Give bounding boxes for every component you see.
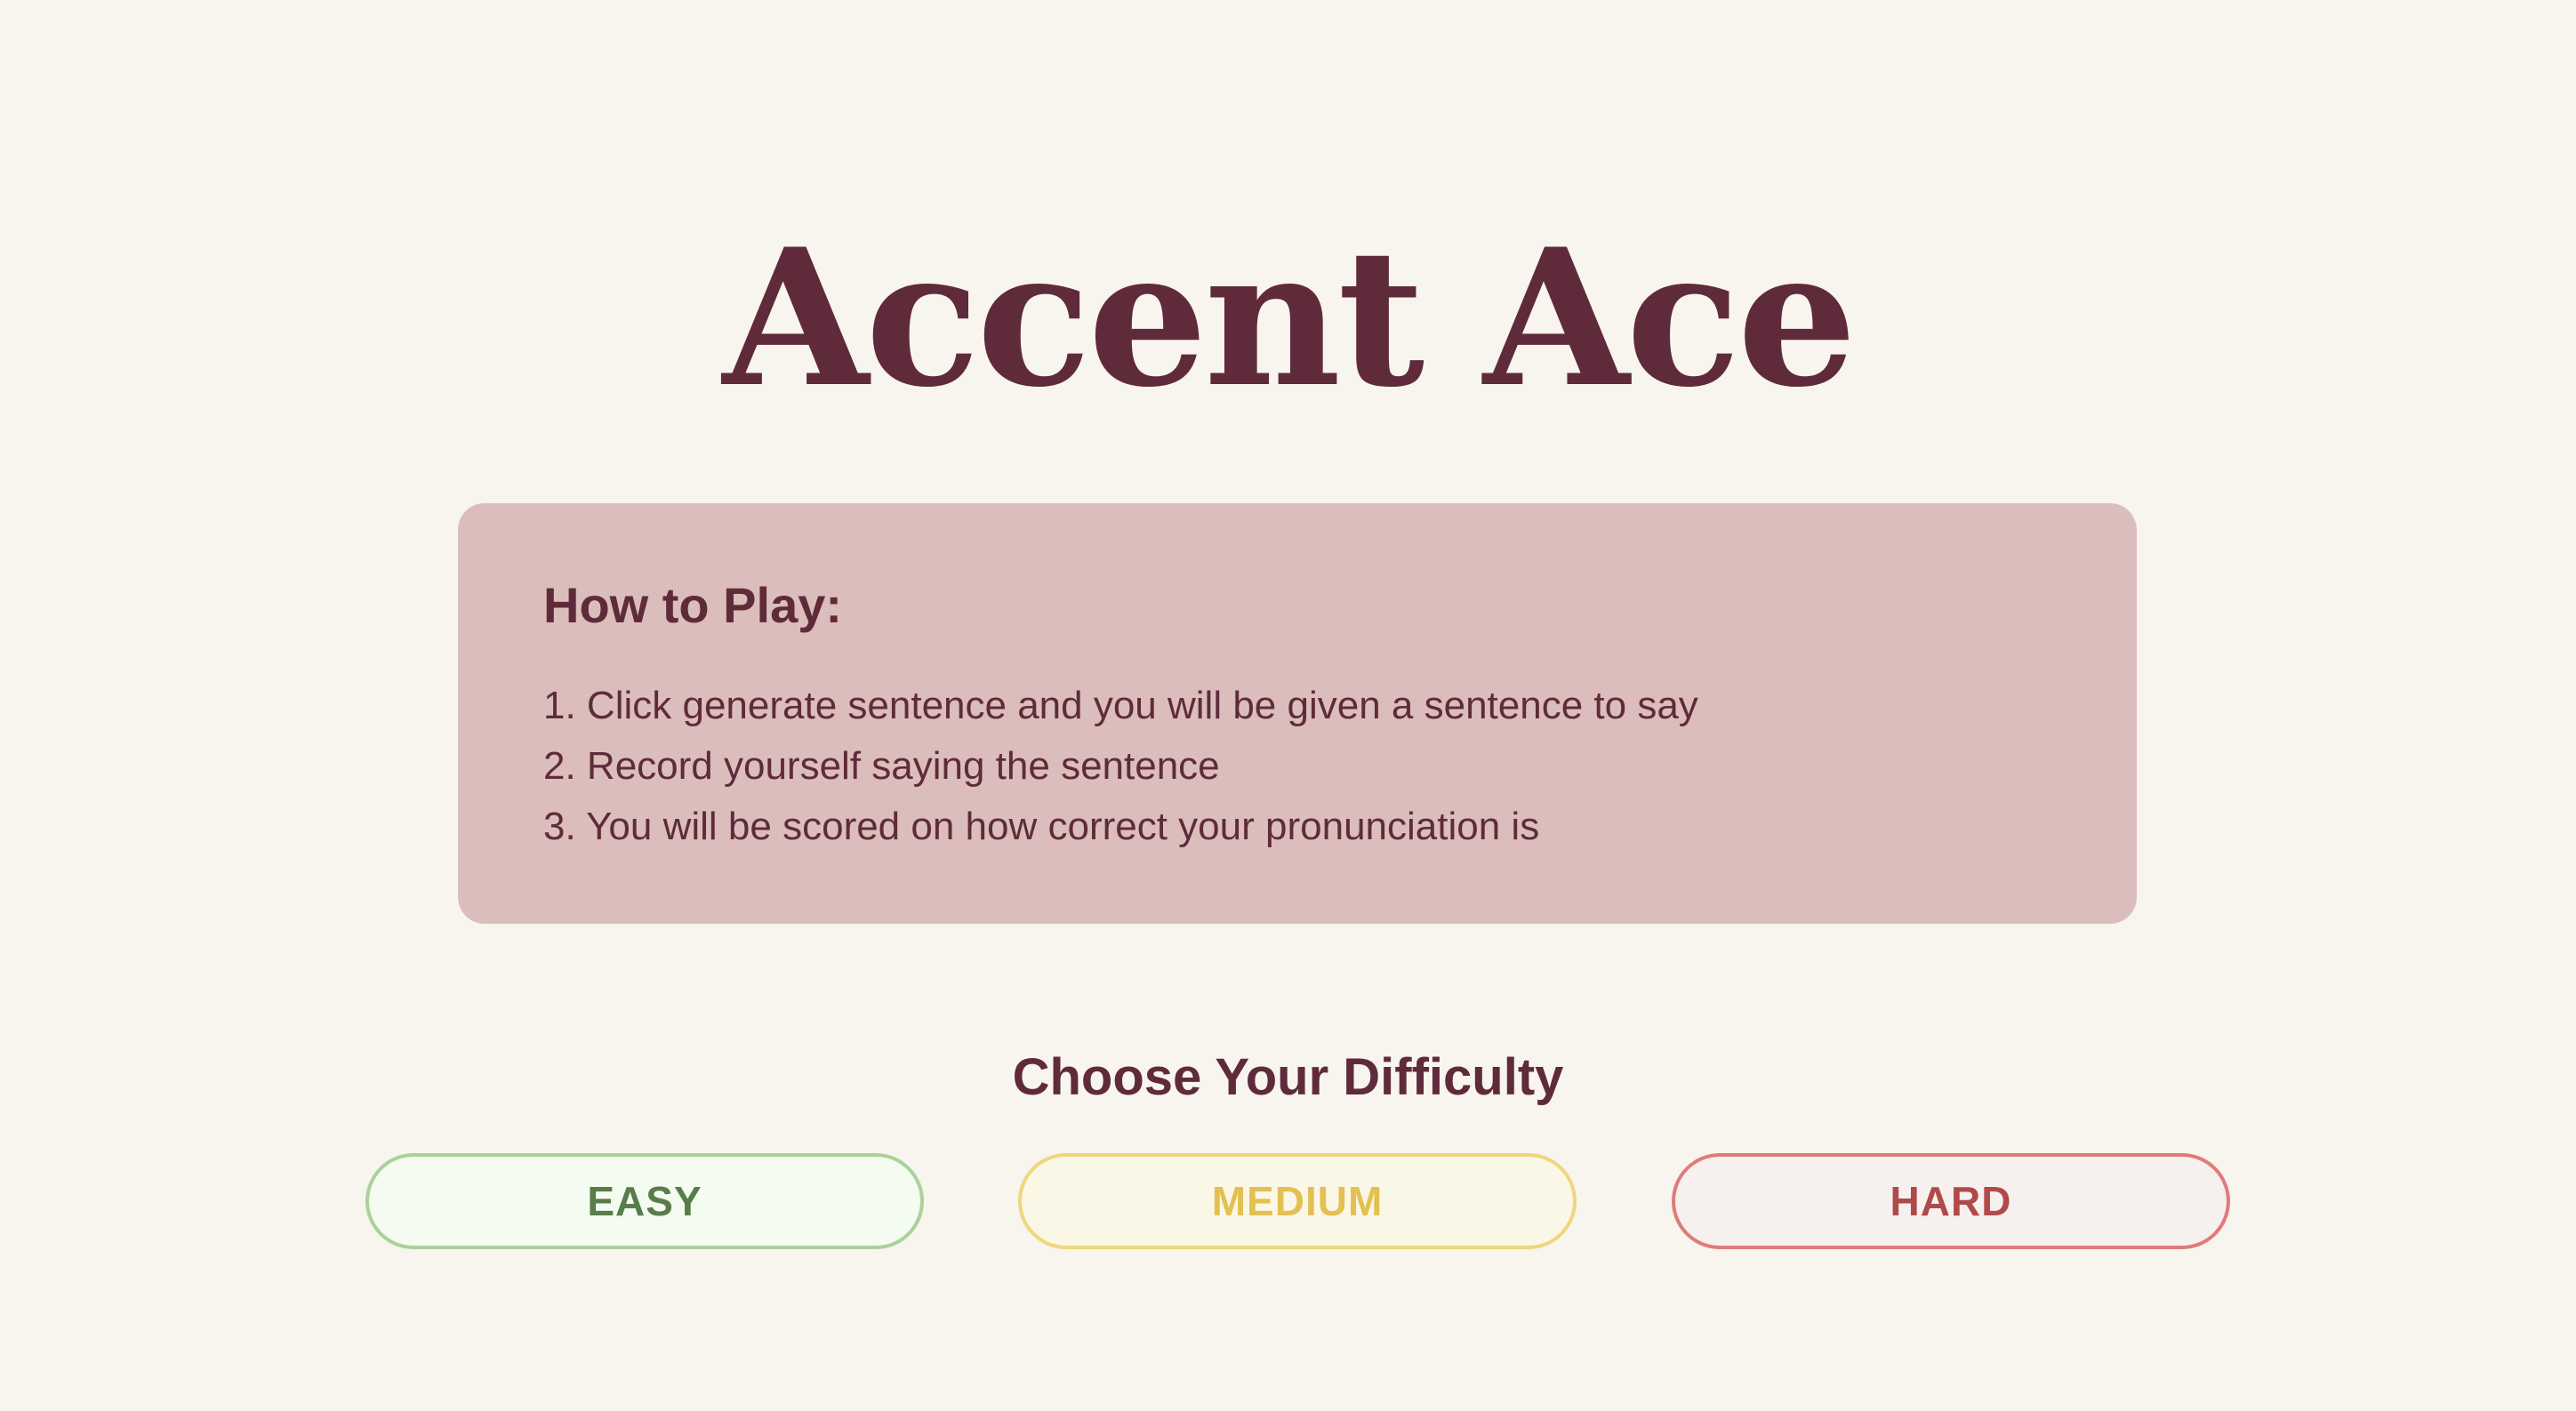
difficulty-options: EASY MEDIUM HARD [0, 1153, 2576, 1249]
medium-button[interactable]: MEDIUM [1018, 1153, 1577, 1249]
how-to-step-3: 3. You will be scored on how correct you… [543, 805, 1540, 848]
how-to-play-steps: 1. Click generate sentence and you will … [543, 676, 2051, 857]
easy-button[interactable]: EASY [365, 1153, 924, 1249]
how-to-step-2: 2. Record yourself saying the sentence [543, 744, 1220, 788]
hard-button[interactable]: HARD [1672, 1153, 2230, 1249]
how-to-play-title: How to Play: [543, 577, 843, 633]
app-title: Accent Ace [722, 207, 1858, 429]
how-to-step-1: 1. Click generate sentence and you will … [543, 684, 1698, 727]
how-to-play-card: How to Play: 1. Click generate sentence … [458, 503, 2137, 924]
difficulty-title: Choose Your Difficulty [1012, 1048, 1564, 1106]
